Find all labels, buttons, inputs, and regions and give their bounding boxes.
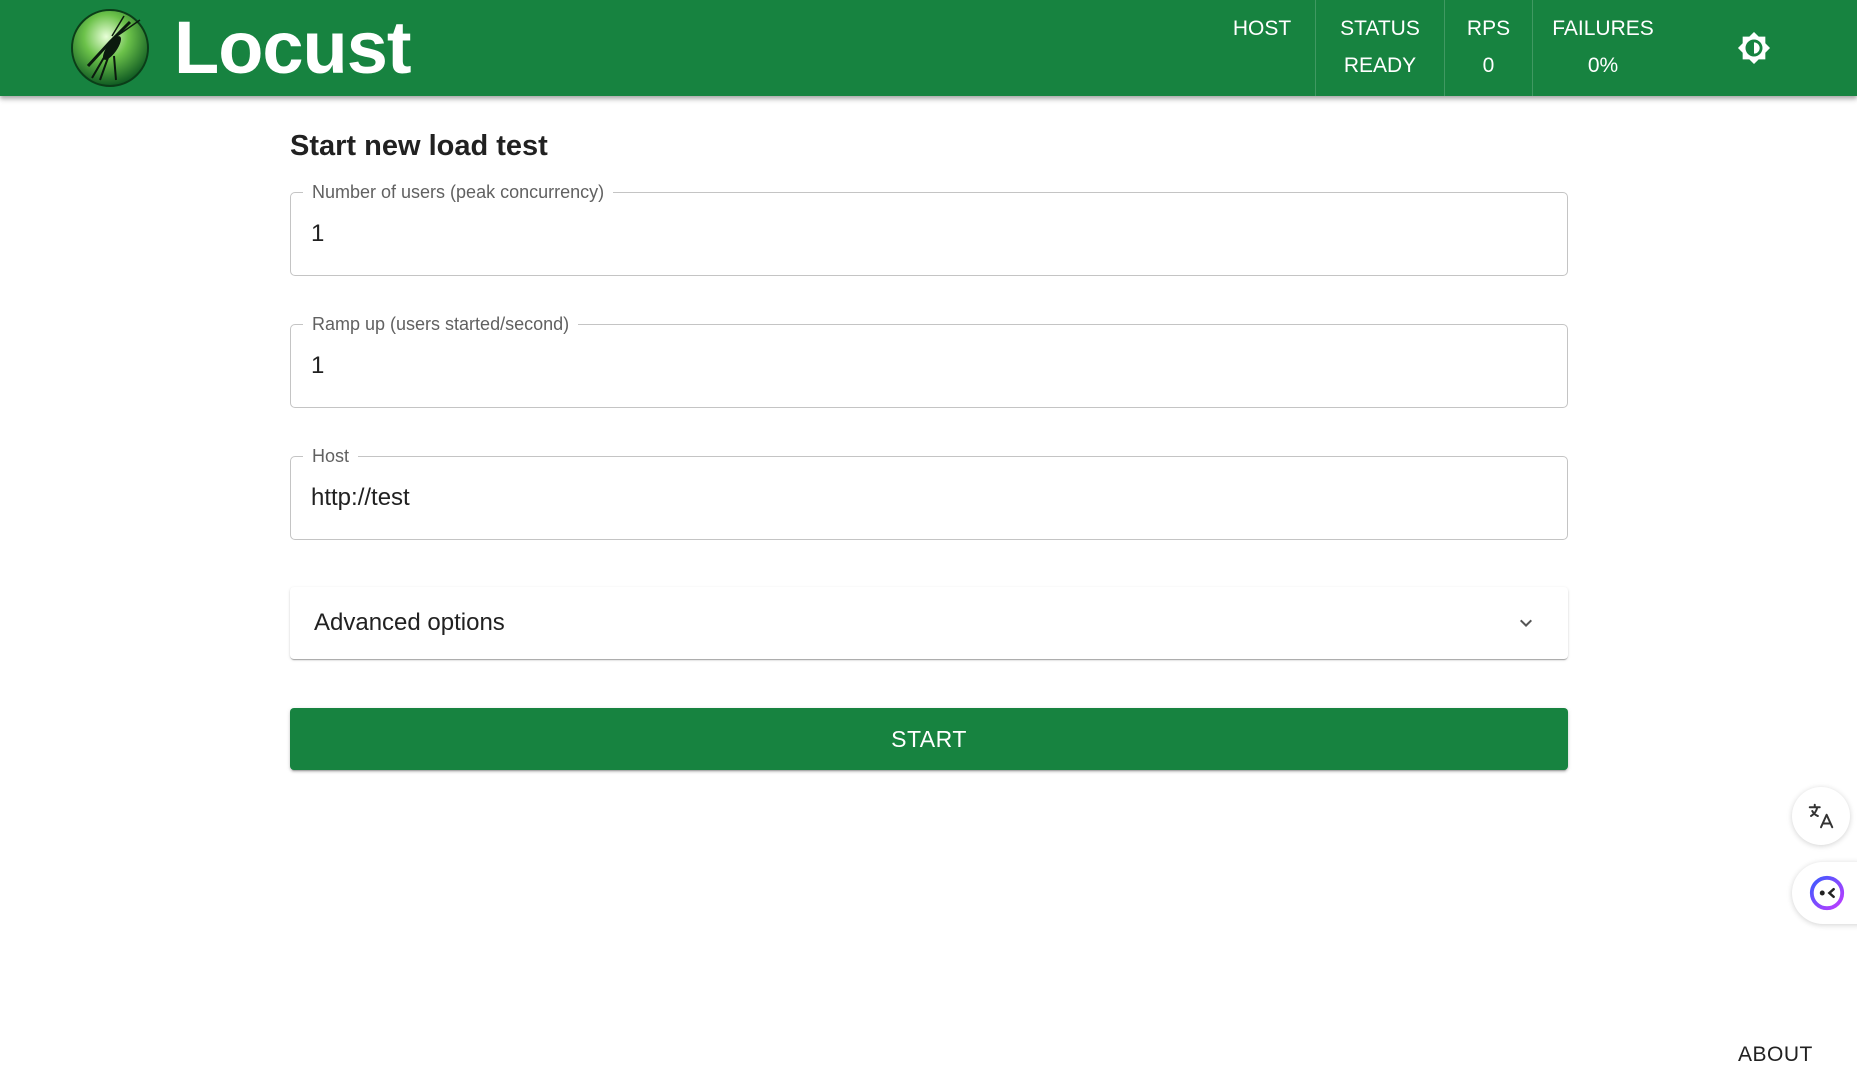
rps-stat-value: 0 — [1482, 54, 1495, 77]
host-field: Host — [290, 444, 1568, 540]
assistant-button[interactable] — [1792, 862, 1857, 924]
brightness-icon — [1737, 31, 1771, 65]
brand[interactable]: Locust — [70, 6, 412, 89]
theme-toggle-button[interactable] — [1736, 30, 1772, 66]
status-stat: STATUS READY — [1315, 0, 1444, 96]
assistant-icon — [1809, 875, 1845, 911]
advanced-options-accordion[interactable]: Advanced options — [290, 587, 1568, 659]
rps-stat-label: RPS — [1466, 17, 1511, 40]
status-stat-value: READY — [1343, 54, 1417, 77]
chevron-down-icon — [1520, 619, 1532, 627]
locust-logo-icon — [71, 9, 149, 87]
host-input[interactable] — [291, 457, 1567, 539]
rps-stat: RPS 0 — [1444, 0, 1532, 96]
ramp-up-field: Ramp up (users started/second) — [290, 312, 1568, 408]
about-link[interactable]: ABOUT — [1738, 1042, 1813, 1068]
users-field: Number of users (peak concurrency) — [290, 180, 1568, 276]
failures-stat: FAILURES 0% — [1532, 0, 1673, 96]
ramp-up-input[interactable] — [291, 325, 1567, 407]
host-stat-label: HOST — [1232, 17, 1292, 40]
host-stat: HOST — [1218, 0, 1306, 96]
translate-icon — [1808, 803, 1834, 829]
page-title: Start new load test — [290, 130, 548, 162]
users-input[interactable] — [291, 193, 1567, 275]
status-stat-label: STATUS — [1340, 17, 1420, 40]
translate-button[interactable] — [1792, 787, 1850, 845]
advanced-options-label: Advanced options — [314, 609, 505, 636]
start-button[interactable]: START — [290, 708, 1568, 770]
brand-name: Locust — [174, 6, 412, 89]
failures-stat-value: 0% — [1587, 54, 1619, 77]
app-bar: Locust HOST STATUS READY RPS 0 FAILURES … — [0, 0, 1857, 96]
failures-stat-label: FAILURES — [1552, 17, 1654, 40]
